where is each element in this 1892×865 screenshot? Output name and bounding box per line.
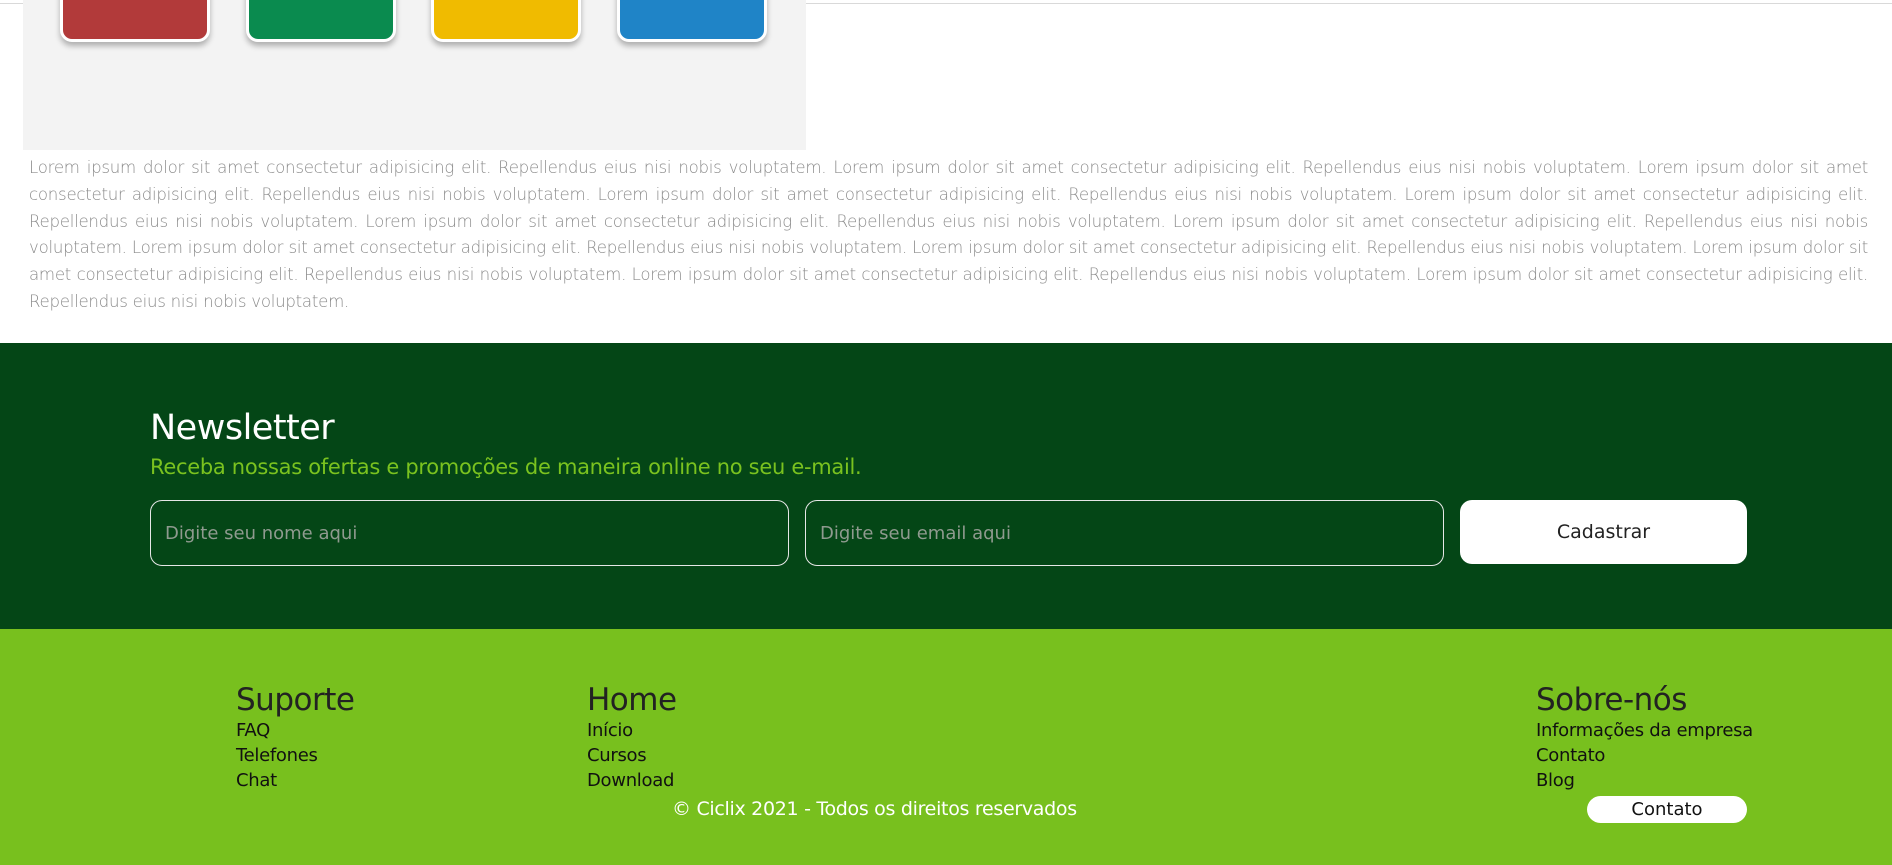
footer-heading-suporte: Suporte <box>236 682 355 718</box>
footer-link-faq[interactable]: FAQ <box>236 718 354 743</box>
footer-link-inicio[interactable]: Início <box>587 718 677 743</box>
footer-link-telefones[interactable]: Telefones <box>236 743 354 768</box>
blue-bin <box>617 0 767 42</box>
name-input[interactable] <box>150 500 789 566</box>
footer-column-sobre-nos: Sobre-nós Informações da empresa Contato… <box>1536 682 1753 793</box>
newsletter-title: Newsletter <box>150 408 335 448</box>
subscribe-button[interactable]: Cadastrar <box>1460 500 1747 564</box>
footer-heading-sobre-nos: Sobre-nós <box>1536 682 1687 718</box>
copyright-text: © Ciclix 2021 - Todos os direitos reserv… <box>672 798 1077 820</box>
red-bin <box>60 0 210 42</box>
footer-link-informacoes[interactable]: Informações da empresa <box>1536 718 1753 743</box>
body-paragraph: Lorem ipsum dolor sit amet consectetur a… <box>29 158 1868 311</box>
footer-link-blog[interactable]: Blog <box>1536 768 1753 793</box>
contact-button[interactable]: Contato <box>1587 796 1747 823</box>
yellow-bin <box>431 0 581 42</box>
footer-link-download[interactable]: Download <box>587 768 677 793</box>
footer-column-home: Home Início Cursos Download <box>587 682 677 793</box>
hero-image <box>23 0 806 150</box>
footer: Suporte FAQ Telefones Chat Home Início C… <box>0 629 1892 865</box>
newsletter-subtitle: Receba nossas ofertas e promoções de man… <box>150 455 862 479</box>
footer-link-contato[interactable]: Contato <box>1536 743 1753 768</box>
email-input[interactable] <box>805 500 1444 566</box>
footer-column-suporte: Suporte FAQ Telefones Chat <box>236 682 355 793</box>
newsletter-section: Newsletter Receba nossas ofertas e promo… <box>0 343 1892 629</box>
footer-link-chat[interactable]: Chat <box>236 768 354 793</box>
footer-link-cursos[interactable]: Cursos <box>587 743 677 768</box>
green-bin <box>246 0 396 42</box>
page: Lorem ipsum dolor sit amet consectetur a… <box>0 0 1892 865</box>
footer-heading-home: Home <box>587 682 677 718</box>
